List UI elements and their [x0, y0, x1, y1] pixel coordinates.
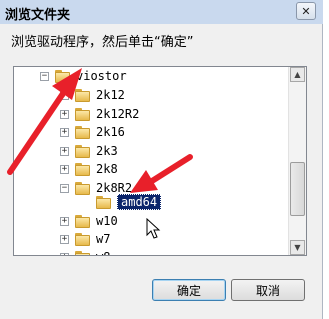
vertical-scrollbar[interactable]: ▲ ▼ — [288, 67, 306, 255]
expand-icon[interactable]: + — [60, 109, 69, 119]
tree-node-label: 2k16 — [96, 125, 125, 139]
collapse-icon[interactable]: − — [40, 71, 49, 81]
ok-button[interactable]: 确定 — [152, 279, 226, 301]
tree-node-w10[interactable]: + w10 — [60, 212, 118, 230]
expand-icon[interactable]: + — [60, 90, 69, 100]
folder-open-icon — [55, 69, 70, 83]
tree-node-label: 2k8 — [96, 162, 118, 176]
tree-node-label: 2k12R2 — [96, 107, 140, 121]
arrow-down-icon: ▼ — [294, 243, 301, 252]
expand-icon[interactable]: + — [60, 234, 69, 244]
folder-icon — [75, 214, 90, 228]
folder-icon — [96, 195, 111, 209]
close-icon: ✕ — [301, 4, 311, 18]
tree-node-label: viostor — [76, 69, 127, 83]
tree-node-w7[interactable]: + w7 — [60, 230, 110, 248]
scroll-thumb[interactable] — [290, 162, 305, 216]
folder-icon — [75, 107, 90, 121]
title-bar: 浏览文件夹 ✕ — [0, 0, 323, 24]
arrow-up-icon: ▲ — [294, 70, 301, 79]
tree-node-2k3[interactable]: + 2k3 — [60, 142, 118, 160]
tree-node-viostor[interactable]: − viostor — [40, 67, 127, 85]
folder-icon — [75, 162, 90, 176]
expand-icon[interactable]: + — [60, 127, 69, 137]
tree-node-label: 2k12 — [96, 88, 125, 102]
tree-node-label: w7 — [96, 232, 111, 246]
tree-node-2k12r2[interactable]: + 2k12R2 — [60, 105, 139, 123]
folder-icon — [75, 144, 90, 158]
tree-node-w8[interactable]: + w8 — [60, 248, 110, 255]
folder-open-icon — [75, 181, 90, 195]
tree-node-2k8[interactable]: + 2k8 — [60, 160, 118, 178]
expand-icon[interactable]: + — [60, 146, 69, 156]
folder-icon — [75, 88, 90, 102]
instruction-text: 浏览驱动程序，然后单击“确定” — [11, 35, 194, 50]
tree-node-amd64[interactable]: amd64 — [96, 193, 162, 211]
close-button[interactable]: ✕ — [296, 2, 316, 20]
tree-node-label: 2k3 — [96, 144, 118, 158]
expand-icon[interactable]: + — [60, 164, 69, 174]
tree-node-label-selected: amd64 — [117, 194, 162, 210]
folder-icon — [75, 250, 90, 255]
scroll-up-button[interactable]: ▲ — [290, 67, 305, 82]
folder-icon — [75, 232, 90, 246]
mouse-cursor-icon — [146, 218, 161, 239]
expand-icon[interactable]: + — [60, 252, 69, 255]
tree-node-label: w10 — [96, 214, 118, 228]
tree-node-2k16[interactable]: + 2k16 — [60, 123, 125, 141]
expand-icon[interactable]: + — [60, 216, 69, 226]
tree-node-2k12[interactable]: + 2k12 — [60, 86, 125, 104]
collapse-icon[interactable]: − — [60, 183, 69, 193]
scroll-down-button[interactable]: ▼ — [290, 240, 305, 255]
dialog-title: 浏览文件夹 — [5, 8, 71, 23]
cancel-button[interactable]: 取消 — [231, 279, 305, 301]
tree-node-label: w8 — [96, 250, 110, 255]
browse-folder-dialog: 浏览文件夹 ✕ 浏览驱动程序，然后单击“确定” − viostor + 2k12… — [0, 0, 323, 319]
folder-icon — [75, 125, 90, 139]
